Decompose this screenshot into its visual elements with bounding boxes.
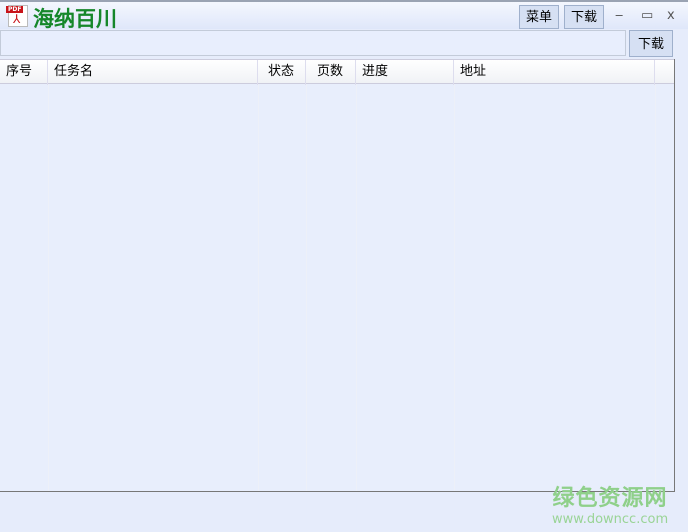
divider <box>258 84 259 491</box>
table-header: 序号 任务名 状态 页数 进度 地址 <box>0 59 674 85</box>
divider <box>655 84 656 491</box>
col-status[interactable]: 状态 <box>258 60 306 85</box>
task-table: 序号 任务名 状态 页数 进度 地址 <box>0 59 675 492</box>
app-title: 海纳百川 <box>33 6 117 31</box>
maximize-icon[interactable]: ▭ <box>641 8 653 23</box>
col-pages[interactable]: 页数 <box>306 60 356 85</box>
col-address[interactable]: 地址 <box>454 60 655 85</box>
download-button[interactable]: 下载 <box>629 30 673 57</box>
col-progress[interactable]: 进度 <box>356 60 454 85</box>
watermark: 绿色资源网 www.downcc.com <box>552 480 668 527</box>
close-icon[interactable]: x <box>667 8 675 23</box>
divider <box>356 84 357 491</box>
pdf-logo-icon: PDF ⅄ <box>6 5 28 27</box>
watermark-url: www.downcc.com <box>552 512 669 527</box>
divider <box>454 84 455 491</box>
col-index[interactable]: 序号 <box>0 60 48 85</box>
minimize-icon[interactable]: ‒ <box>615 8 623 23</box>
title-bar: PDF ⅄ 海纳百川 菜单 下载 ‒ ▭ x <box>0 0 688 31</box>
menu-button[interactable]: 菜单 <box>519 5 560 29</box>
divider <box>48 84 49 491</box>
col-task-name[interactable]: 任务名 <box>48 60 258 85</box>
watermark-name: 绿色资源网 <box>552 486 668 511</box>
divider <box>306 84 307 491</box>
download-menu-button[interactable]: 下载 <box>564 5 605 29</box>
url-input[interactable] <box>0 30 626 56</box>
